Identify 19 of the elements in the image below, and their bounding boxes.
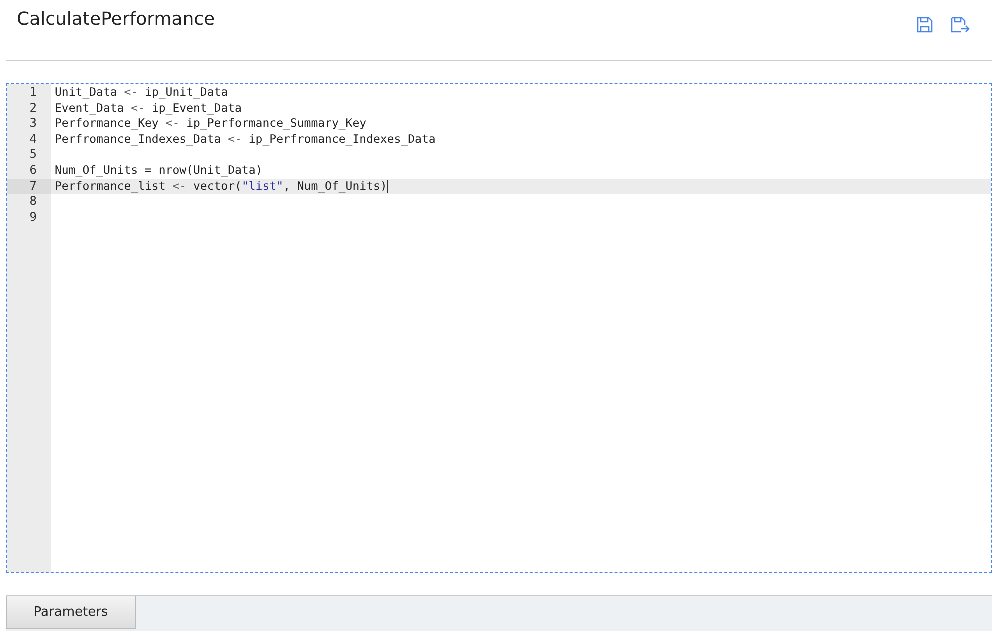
line-number: 5: [28, 147, 38, 163]
text-cursor: [387, 180, 388, 193]
line-number: 6: [28, 162, 38, 179]
line-number: 1: [28, 85, 38, 101]
page-title: CalculatePerformance: [16, 8, 216, 30]
save-icon[interactable]: [916, 16, 934, 34]
code-line: Num_Of_Units = nrow(Unit_Data): [54, 162, 264, 179]
line-number: 8: [28, 194, 38, 210]
line-number: 3: [28, 116, 38, 132]
code-line: Unit_Data <- ip_Unit_Data: [54, 85, 230, 101]
line-number: 4: [28, 132, 38, 148]
line-number: 7: [7, 178, 51, 194]
line-number: 9: [28, 210, 38, 226]
code-line: Performance_Key <- ip_Performance_Summary_Key: [54, 116, 368, 132]
code-line: Perfromance_Indexes_Data <- ip_Perfromance_Indexes_Data: [54, 132, 437, 148]
save-as-icon[interactable]: [950, 16, 970, 34]
code-line: Event_Data <- ip_Event_Data: [54, 100, 243, 116]
parameters-tab[interactable]: Parameters: [6, 596, 136, 629]
line-number: 2: [28, 100, 38, 116]
